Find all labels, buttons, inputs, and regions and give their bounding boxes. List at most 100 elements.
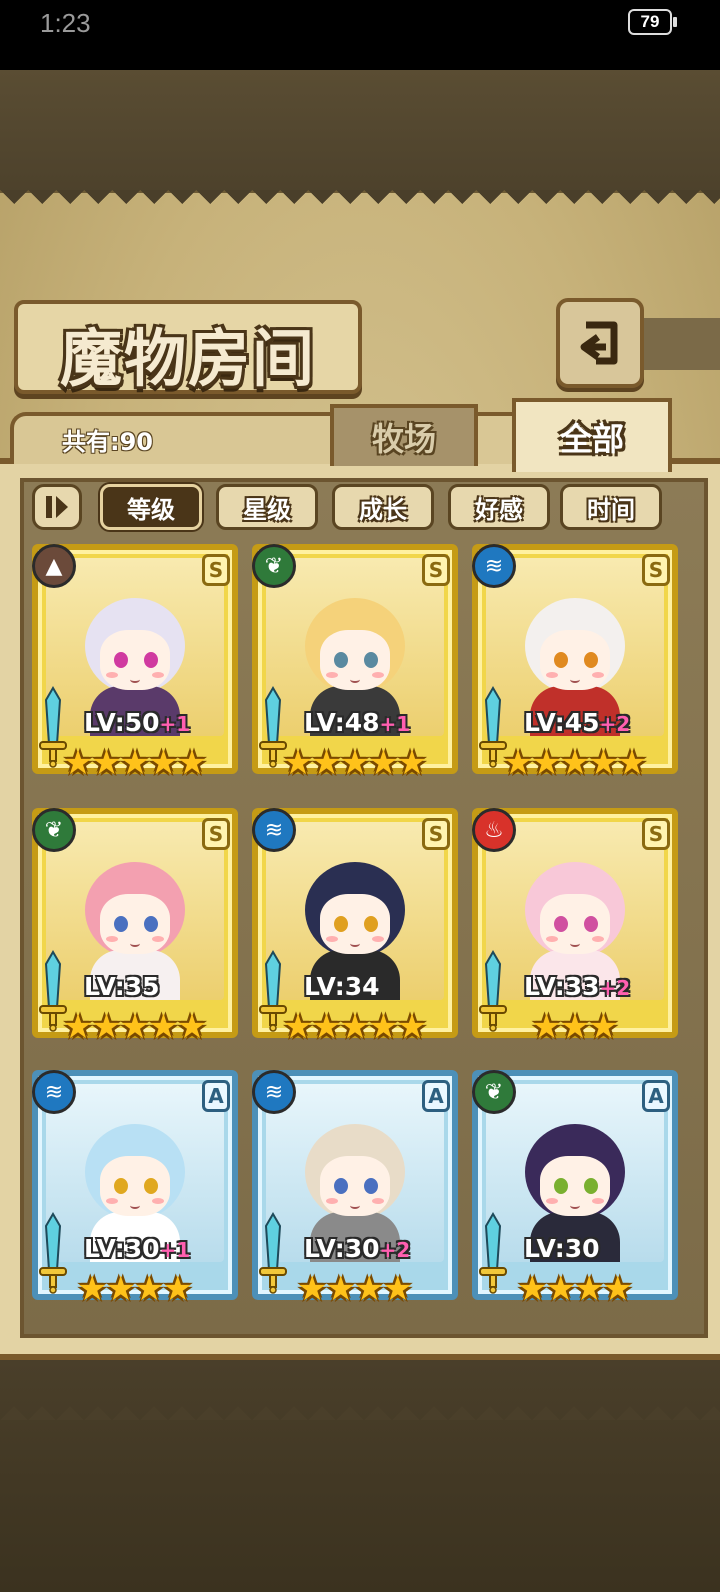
star-icon: ★ <box>368 743 399 783</box>
sort-order-toggle[interactable] <box>32 484 82 530</box>
return-arrow-icon <box>580 321 618 365</box>
star-icon: ★ <box>91 743 122 783</box>
monster-level: LV:30+2 <box>304 1234 410 1263</box>
back-button[interactable] <box>556 298 644 388</box>
title-plate: 魔物房间 <box>14 300 362 395</box>
monster-card[interactable]: A ❦ LV:30 ★ ★ ★ ★ <box>472 1070 678 1316</box>
star-rating: ★ ★ ★ <box>472 1006 678 1048</box>
star-icon: ★ <box>559 1007 591 1047</box>
level-bonus: +1 <box>159 712 191 736</box>
star-icon: ★ <box>105 1269 136 1309</box>
tab-all[interactable]: 全部 <box>512 398 672 472</box>
rank-badge: S <box>422 818 450 850</box>
monster-level: LV:45+2 <box>524 708 630 737</box>
monster-level: LV:30+1 <box>84 1234 190 1263</box>
leaf-icon: ❦ <box>472 1070 516 1114</box>
level-value: LV:30 <box>304 1234 380 1263</box>
star-icon: ★ <box>282 1007 314 1047</box>
monster-card[interactable]: A ≋ LV:30+2 ★ ★ ★ ★ <box>252 1070 458 1316</box>
water-icon: ≋ <box>252 808 296 852</box>
star-icon: ★ <box>311 1007 342 1047</box>
star-icon: ★ <box>588 743 619 783</box>
tab-ranch[interactable]: 牧场 <box>330 404 478 466</box>
page-title: 魔物房间 <box>59 322 316 395</box>
level-bonus: +2 <box>599 976 631 1000</box>
star-icon: ★ <box>574 1269 605 1309</box>
star-icon: ★ <box>382 1269 413 1309</box>
star-icon: ★ <box>148 1007 179 1047</box>
sort-by-affection-button[interactable]: 好感 <box>448 484 550 530</box>
sort-order-icon <box>46 496 68 518</box>
rank-badge: S <box>422 554 450 586</box>
star-icon: ★ <box>339 1007 371 1047</box>
star-icon: ★ <box>396 1007 428 1047</box>
star-icon: ★ <box>148 743 179 783</box>
star-icon: ★ <box>297 1269 328 1309</box>
star-icon: ★ <box>282 743 314 783</box>
level-bonus: +2 <box>599 712 631 736</box>
level-value: LV:48 <box>304 708 380 737</box>
star-rating: ★ ★ ★ ★ ★ <box>252 742 458 784</box>
star-icon: ★ <box>368 1007 399 1047</box>
rank-badge: A <box>202 1080 230 1112</box>
monster-card[interactable]: S ≋ LV:45+2 ★ ★ ★ ★ ★ <box>472 544 678 790</box>
sort-by-time-button[interactable]: 时间 <box>560 484 662 530</box>
status-bar: 1:23 79 <box>0 0 720 70</box>
star-icon: ★ <box>502 743 534 783</box>
star-icon: ★ <box>119 743 151 783</box>
monster-level: LV:50+1 <box>84 708 190 737</box>
star-icon: ★ <box>119 1007 151 1047</box>
level-value: LV:34 <box>304 972 380 1001</box>
level-value: LV:50 <box>84 708 160 737</box>
star-icon: ★ <box>545 1269 576 1309</box>
mountain-icon: ▲ <box>32 544 76 588</box>
star-icon: ★ <box>134 1269 165 1309</box>
battery-icon: 79 <box>628 9 677 35</box>
leaf-icon: ❦ <box>32 808 76 852</box>
rank-badge: S <box>642 554 670 586</box>
star-icon: ★ <box>176 1007 208 1047</box>
rank-badge: S <box>202 818 230 850</box>
star-rating: ★ ★ ★ ★ <box>472 1268 678 1310</box>
level-value: LV:30 <box>524 1234 600 1263</box>
level-bonus: +2 <box>379 1238 411 1262</box>
sort-by-growth-button[interactable]: 成长 <box>332 484 434 530</box>
star-icon: ★ <box>531 743 562 783</box>
rank-badge: A <box>642 1080 670 1112</box>
monster-card[interactable]: S ❦ LV:48+1 ★ ★ ★ ★ ★ <box>252 544 458 790</box>
star-rating: ★ ★ ★ ★ <box>32 1268 238 1310</box>
star-icon: ★ <box>162 1269 193 1309</box>
monster-level: LV:33+2 <box>524 972 630 1001</box>
star-icon: ★ <box>311 743 342 783</box>
sort-bar: 等级 星级 成长 好感 时间 <box>32 484 692 530</box>
monster-card[interactable]: S ♨ LV:33+2 ★ ★ ★ <box>472 808 678 1054</box>
level-value: LV:30 <box>84 1234 160 1263</box>
sort-by-level-button[interactable]: 等级 <box>100 484 202 530</box>
monster-card[interactable]: S ≋ LV:34 ★ ★ ★ ★ ★ <box>252 808 458 1054</box>
level-bonus: +1 <box>159 1238 191 1262</box>
star-icon: ★ <box>354 1269 385 1309</box>
star-rating: ★ ★ ★ ★ ★ <box>32 742 238 784</box>
star-rating: ★ ★ ★ ★ ★ <box>252 1006 458 1048</box>
torn-edge-bottom <box>0 1392 720 1420</box>
torn-edge-top <box>0 190 720 218</box>
rank-badge: A <box>422 1080 450 1112</box>
star-icon: ★ <box>77 1269 108 1309</box>
monster-card[interactable]: A ≋ LV:30+1 ★ ★ ★ ★ <box>32 1070 238 1316</box>
star-icon: ★ <box>62 743 94 783</box>
star-icon: ★ <box>339 743 371 783</box>
star-icon: ★ <box>602 1269 633 1309</box>
level-value: LV:35 <box>84 972 160 1001</box>
fire-icon: ♨ <box>472 808 516 852</box>
star-icon: ★ <box>559 743 591 783</box>
monster-card[interactable]: S ❦ LV:35 ★ ★ ★ ★ ★ <box>32 808 238 1054</box>
level-value: LV:45 <box>524 708 600 737</box>
star-icon: ★ <box>616 743 648 783</box>
monster-count: 共有:90 <box>62 428 153 456</box>
monster-card[interactable]: S ▲ LV:50+1 ★ ★ ★ ★ ★ <box>32 544 238 790</box>
water-icon: ≋ <box>472 544 516 588</box>
sort-by-stars-button[interactable]: 星级 <box>216 484 318 530</box>
rank-badge: S <box>202 554 230 586</box>
star-icon: ★ <box>396 743 428 783</box>
level-value: LV:33 <box>524 972 600 1001</box>
